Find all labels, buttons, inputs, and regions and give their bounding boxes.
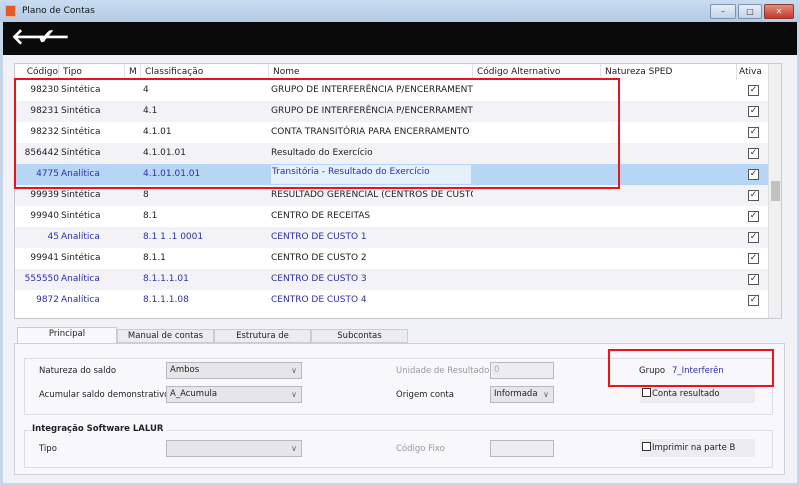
table-row[interactable]: 99940 Sintética 8.1 CENTRO DE RECEITAS ✓ [15, 206, 769, 227]
ativa-checkbox[interactable]: ✓ [748, 85, 759, 96]
ativa-checkbox[interactable]: ✓ [748, 169, 759, 180]
check-icon[interactable]: ✔ [37, 26, 55, 50]
principal-panel: Natureza do saldo Ambos ∨ Acumular saldo … [14, 343, 785, 475]
acumular-value: A_Acumula [170, 389, 218, 399]
origem-label: Origem conta [396, 390, 454, 400]
unidade-input[interactable]: 0 [490, 362, 554, 379]
cell-nome: CENTRO DE CUSTO 2 [271, 253, 367, 263]
cell-tipo: Analítica [61, 295, 100, 305]
main-content: Código Tipo M Classificação Nome Código … [3, 55, 797, 483]
cell-codigo: 555550 [24, 274, 59, 284]
natureza-select[interactable]: Ambos ∨ [166, 362, 302, 379]
cell-codigo: 45 [47, 232, 59, 242]
app-icon [5, 5, 16, 17]
tipo-select[interactable]: ∨ [166, 440, 302, 457]
tab-manual-de-contas[interactable]: Manual de contas [117, 329, 214, 343]
toolbar: 🡐 ✔ [3, 22, 797, 55]
cell-nome: CENTRO DE RECEITAS [271, 211, 371, 221]
natureza-value: Ambos [170, 365, 200, 375]
ativa-checkbox[interactable]: ✓ [748, 274, 759, 285]
highlight-box-grupo [608, 349, 774, 387]
cell-nome: CENTRO DE CUSTO 4 [271, 295, 367, 305]
imprimir-label: Imprimir na parte B [652, 443, 736, 453]
tab-principal[interactable]: Principal [17, 327, 117, 344]
minimize-button[interactable]: – [710, 4, 736, 19]
cell-tipo: Sintética [61, 211, 101, 221]
cell-codigo: 9872 [36, 295, 59, 305]
col-ativa[interactable]: Ativa [737, 64, 769, 80]
acumular-label: Acumular saldo demonstrativo [39, 390, 170, 400]
cell-tipo: Analítica [61, 274, 100, 284]
origem-value: Informada [494, 389, 538, 399]
ativa-checkbox[interactable]: ✓ [748, 127, 759, 138]
cell-m [127, 290, 141, 311]
title-bar: Plano de Contas – □ ✕ [0, 0, 800, 22]
window-title: Plano de Contas [22, 6, 95, 16]
cell-codigo: 99940 [30, 211, 59, 221]
cell-classificacao: 8.1 [143, 211, 158, 221]
chevron-down-icon: ∨ [543, 390, 549, 399]
acumular-select[interactable]: A_Acumula ∨ [166, 386, 302, 403]
ativa-checkbox[interactable]: ✓ [748, 190, 759, 201]
vertical-scrollbar[interactable] [768, 64, 781, 318]
unidade-label: Unidade de Resultado [396, 366, 490, 376]
codigo-fixo-input[interactable] [490, 440, 554, 457]
cell-classificacao: 8.1.1.1.08 [143, 295, 189, 305]
cell-m [127, 248, 141, 269]
cell-tipo: Analítica [61, 232, 100, 242]
ativa-checkbox[interactable]: ✓ [748, 295, 759, 306]
cell-m [127, 269, 141, 290]
table-row[interactable]: 555550 Analítica 8.1.1.1.01 CENTRO DE CUSTO… [15, 269, 769, 290]
ativa-checkbox[interactable]: ✓ [748, 211, 759, 222]
chevron-down-icon: ∨ [291, 366, 297, 375]
ativa-checkbox[interactable]: ✓ [748, 232, 759, 243]
conta-resultado-checkbox[interactable]: Conta resultado [640, 385, 755, 403]
cell-classificacao: 8.1 1 .1 0001 [143, 232, 204, 242]
imprimir-parte-b-checkbox[interactable]: Imprimir na parte B [640, 439, 755, 457]
highlight-box-rows [14, 78, 620, 189]
close-button[interactable]: ✕ [764, 4, 794, 19]
cell-codigo: 99941 [30, 253, 59, 263]
cell-nome: CENTRO DE CUSTO 1 [271, 232, 367, 242]
cell-tipo: Sintética [61, 253, 101, 263]
cell-classificacao: 8.1.1 [143, 253, 166, 263]
lalur-title: Integração Software LALUR [32, 424, 167, 434]
table-row[interactable]: 45 Analítica 8.1 1 .1 0001 CENTRO DE CUSTO … [15, 227, 769, 248]
chevron-down-icon: ∨ [291, 390, 297, 399]
tab-estrutura-de-relatorios[interactable]: Estrutura de Relatórios [214, 329, 311, 354]
table-row[interactable]: 9872 Analítica 8.1.1.1.08 CENTRO DE CUSTO 4… [15, 290, 769, 311]
maximize-button[interactable]: □ [738, 4, 762, 19]
table-row[interactable]: 99941 Sintética 8.1.1 CENTRO DE CUSTO 2 ✓ [15, 248, 769, 269]
cell-classificacao: 8.1.1.1.01 [143, 274, 189, 284]
ativa-checkbox[interactable]: ✓ [748, 148, 759, 159]
cell-m [127, 227, 141, 248]
scroll-thumb[interactable] [771, 181, 780, 201]
col-natureza-sped[interactable]: Natureza SPED [603, 64, 737, 80]
checkbox-icon [642, 388, 651, 397]
natureza-label: Natureza do saldo [39, 366, 117, 376]
checkbox-icon [642, 442, 651, 451]
codigo-fixo-label: Código Fixo [396, 444, 445, 454]
ativa-checkbox[interactable]: ✓ [748, 253, 759, 264]
cell-nome: CENTRO DE CUSTO 3 [271, 274, 367, 284]
tipo-label: Tipo [39, 444, 57, 454]
tab-subcontas[interactable]: Subcontas [311, 329, 408, 343]
chevron-down-icon: ∨ [291, 444, 297, 453]
origem-select[interactable]: Informada ∨ [490, 386, 554, 403]
conta-resultado-label: Conta resultado [652, 389, 720, 399]
ativa-checkbox[interactable]: ✓ [748, 106, 759, 117]
cell-m [127, 206, 141, 227]
